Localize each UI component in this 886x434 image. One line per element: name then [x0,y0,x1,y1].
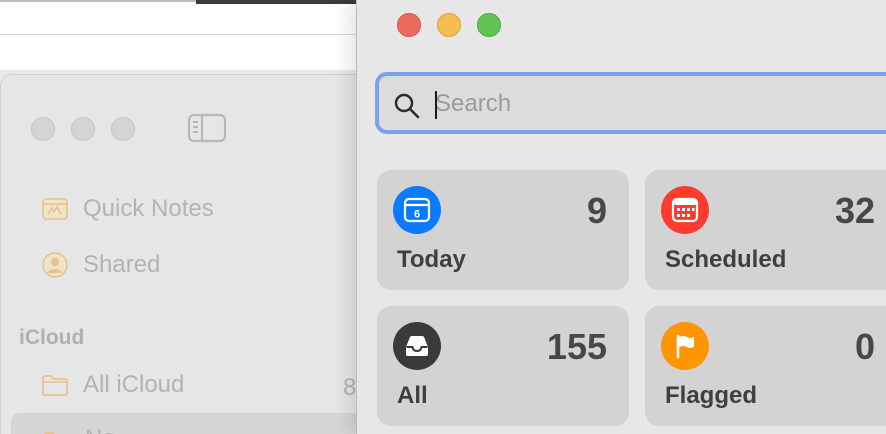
smart-list-label: All [397,382,428,409]
zoom-button-inactive[interactable] [111,117,135,141]
quick-notes-icon [42,198,68,220]
sidebar-toggle-icon[interactable] [187,112,227,144]
window-controls [397,13,501,37]
smart-list-label: Today [397,246,466,273]
folder-icon [42,375,68,396]
smart-list-label: Flagged [665,382,758,409]
sidebar-item-label: All iCloud [83,371,185,398]
search-input[interactable] [435,86,875,122]
smart-list-today[interactable]: 6 9 Today [377,170,629,290]
smart-list-flagged[interactable]: 0 Flagged [645,306,886,426]
notes-window: Quick Notes Shared iCloud All iCloud 8 N… [0,74,359,434]
close-button[interactable] [397,13,421,37]
window-edge-dark [196,0,358,4]
text-caret [435,91,437,119]
smart-list-count: 9 [586,190,607,231]
sidebar-item-all-icloud[interactable]: All iCloud [41,371,184,399]
sidebar-item-label: Quick Notes [83,195,214,222]
zoom-button[interactable] [477,13,501,37]
smart-list-label: Scheduled [665,246,787,273]
sidebar-item-notes-selected[interactable]: No [11,413,359,434]
folder-icon [44,432,55,434]
shared-person-icon [42,252,68,278]
minimize-button-inactive[interactable] [71,117,95,141]
smart-list-scheduled[interactable]: 32 Scheduled [645,170,886,290]
smart-list-all[interactable]: 155 All [377,306,629,426]
calendar-day-number: 6 [414,209,420,221]
flag-icon [661,322,709,370]
sidebar-item-label: No [85,425,116,434]
background-window [0,0,358,70]
calendar-grid-icon [661,186,709,234]
folder-count: 8 [343,374,357,401]
close-button-inactive[interactable] [31,117,55,141]
magnifying-glass-icon [394,93,420,119]
sidebar-item-label: Shared [83,251,161,278]
notes-window-controls [31,117,135,141]
sidebar-item-shared[interactable]: Shared [41,251,160,279]
search-field[interactable] [375,72,886,134]
reminders-window: 6 9 Today 32 Scheduled [356,0,886,434]
calendar-today-icon: 6 [393,186,441,234]
smart-list-count: 0 [854,326,875,367]
smart-list-count: 32 [834,190,875,231]
smart-list-count: 155 [546,326,607,367]
tray-icon [393,322,441,370]
minimize-button[interactable] [437,13,461,37]
sidebar-item-quick-notes[interactable]: Quick Notes [41,195,214,223]
section-header-icloud: iCloud [19,326,85,349]
window-edge [0,0,196,2]
divider [0,34,358,35]
